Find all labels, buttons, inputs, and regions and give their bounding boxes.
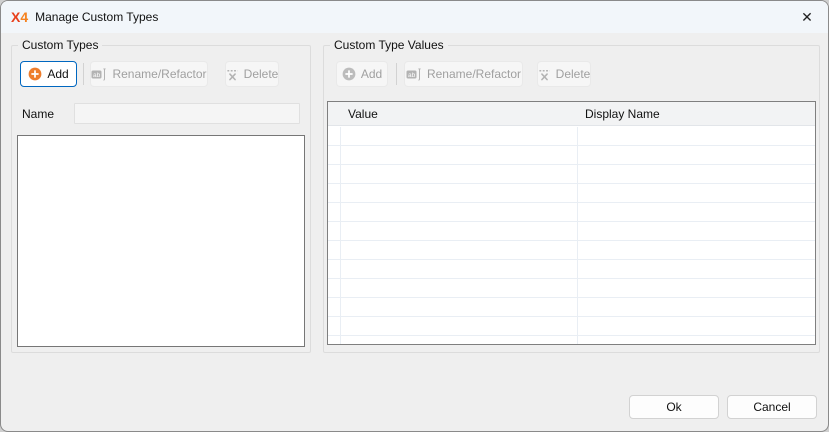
rename-value-label: Rename/Refactor (427, 67, 521, 81)
manage-custom-types-dialog: X4 Manage Custom Types ✕ Custom Types Ad… (0, 0, 829, 432)
table-row (328, 241, 815, 260)
name-input[interactable] (74, 103, 300, 124)
rename-icon: ab (406, 68, 422, 81)
ok-button[interactable]: Ok (629, 395, 719, 419)
delete-value-button[interactable]: Delete (537, 61, 591, 87)
titlebar: X4 Manage Custom Types ✕ (1, 1, 828, 33)
table-row (328, 127, 815, 146)
cancel-button[interactable]: Cancel (727, 395, 817, 419)
row-header-divider (340, 127, 341, 345)
table-row (328, 298, 815, 317)
rename-value-button[interactable]: ab Rename/Refactor (404, 61, 523, 87)
custom-type-values-table[interactable]: Value Display Name (327, 101, 816, 345)
delete-icon (538, 68, 551, 81)
delete-type-label: Delete (244, 67, 279, 81)
delete-type-button[interactable]: Delete (225, 61, 279, 87)
custom-type-values-group: Custom Type Values Add ab Rename/Refacto… (323, 45, 820, 353)
table-row (328, 203, 815, 222)
column-header-display-name[interactable]: Display Name (585, 107, 660, 121)
window-title: Manage Custom Types (35, 10, 158, 24)
table-row (328, 260, 815, 279)
toolbar-separator (396, 63, 397, 85)
add-value-label: Add (361, 67, 382, 81)
table-body (328, 127, 815, 345)
table-row (328, 317, 815, 336)
add-icon (342, 67, 356, 81)
table-row (328, 336, 815, 345)
add-value-button[interactable]: Add (336, 61, 388, 87)
add-type-button[interactable]: Add (20, 61, 77, 87)
rename-icon: ab (91, 68, 107, 81)
table-header: Value Display Name (328, 102, 815, 126)
svg-text:ab: ab (408, 72, 416, 79)
add-type-label: Add (47, 67, 68, 81)
table-row (328, 222, 815, 241)
rename-type-button[interactable]: ab Rename/Refactor (90, 61, 208, 87)
app-logo-icon: X4 (11, 9, 28, 25)
delete-icon (226, 68, 239, 81)
table-row (328, 184, 815, 203)
column-divider (577, 127, 578, 345)
rename-type-label: Rename/Refactor (112, 67, 206, 81)
custom-type-values-group-label: Custom Type Values (330, 37, 448, 53)
custom-types-list[interactable] (17, 135, 305, 347)
svg-text:ab: ab (93, 72, 101, 79)
name-label: Name (22, 107, 54, 121)
custom-types-group: Custom Types Add ab Rename/Refactor Dele… (11, 45, 311, 353)
add-icon (28, 67, 42, 81)
table-row (328, 165, 815, 184)
column-header-value[interactable]: Value (348, 107, 378, 121)
close-icon[interactable]: ✕ (792, 4, 822, 30)
table-row (328, 279, 815, 298)
delete-value-label: Delete (556, 67, 591, 81)
table-row (328, 146, 815, 165)
custom-types-group-label: Custom Types (18, 37, 102, 53)
toolbar-separator (83, 63, 84, 85)
